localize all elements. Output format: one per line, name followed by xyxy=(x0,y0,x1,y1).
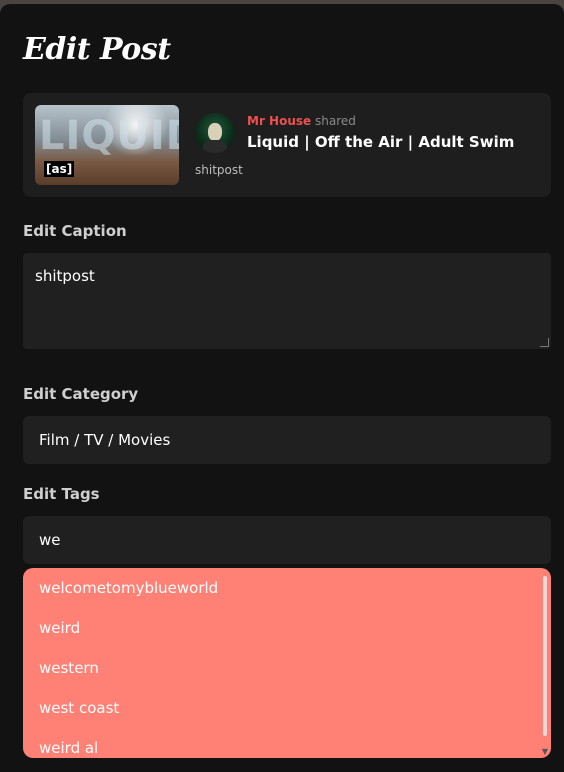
tags-label: Edit Tags xyxy=(23,485,100,503)
post-title[interactable]: Liquid | Off the Air | Adult Swim xyxy=(247,133,514,151)
avatar-body xyxy=(203,140,227,153)
share-attribution: Mr House shared xyxy=(247,114,356,128)
dropdown-scrollbar[interactable] xyxy=(543,576,547,736)
scroll-down-arrow-icon[interactable]: ▼ xyxy=(542,747,548,756)
tag-suggestion[interactable]: weird xyxy=(23,608,551,648)
tag-suggestion[interactable]: west coast xyxy=(23,688,551,728)
tags-value: we xyxy=(39,531,61,549)
caption-label: Edit Caption xyxy=(23,222,127,240)
avatar-face xyxy=(208,123,222,141)
tag-suggestion[interactable]: welcometomyblueworld xyxy=(23,568,551,608)
modal-title: Edit Post xyxy=(23,32,171,67)
tag-suggestions-dropdown: welcometomyblueworld weird western west … xyxy=(23,568,551,758)
category-value: Film / TV / Movies xyxy=(39,431,171,449)
edit-post-modal: Edit Post LIQUID [as] Mr House shared Li… xyxy=(0,4,564,772)
tag-suggestion[interactable]: weird al xyxy=(23,728,551,758)
caption-textarea[interactable]: shitpost xyxy=(23,253,551,349)
video-thumbnail[interactable]: LIQUID [as] xyxy=(35,105,179,185)
shared-post-card: LIQUID [as] Mr House shared Liquid | Off… xyxy=(23,93,551,197)
adult-swim-badge: [as] xyxy=(44,161,75,177)
category-label: Edit Category xyxy=(23,385,139,403)
post-caption: shitpost xyxy=(195,163,243,177)
thumbnail-text: LIQUID xyxy=(39,113,179,159)
category-select[interactable]: Film / TV / Movies xyxy=(23,416,551,464)
resize-grip-icon[interactable] xyxy=(540,338,549,347)
caption-text: shitpost xyxy=(35,267,95,285)
author-name[interactable]: Mr House xyxy=(247,114,311,128)
share-action: shared xyxy=(314,114,356,128)
tag-suggestion[interactable]: western xyxy=(23,648,551,688)
avatar[interactable] xyxy=(195,113,235,153)
tags-input[interactable]: we xyxy=(23,516,551,564)
